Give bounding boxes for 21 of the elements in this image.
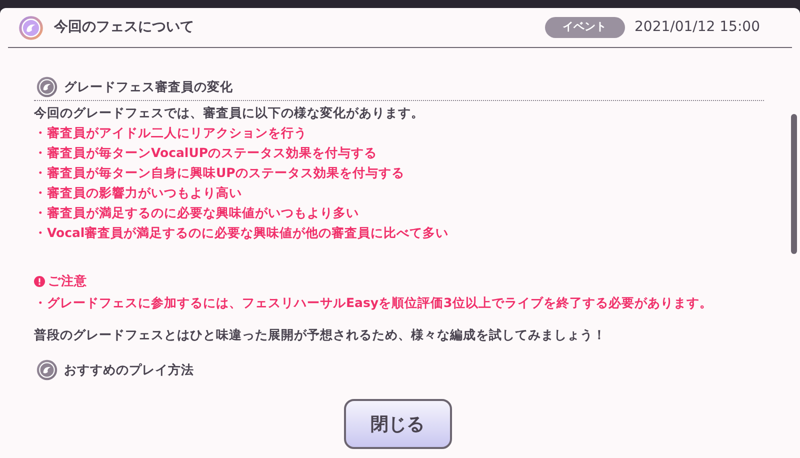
change-item: ・Vocal審査員が満足するのに必要な興味値が他の審査員に比べて多い xyxy=(34,224,450,242)
close-button[interactable]: 閉じる xyxy=(344,399,452,449)
dialog-title: 今回のフェスについて xyxy=(54,18,194,37)
section-heading: グレードフェス審査員の変化 xyxy=(64,78,233,96)
change-item: ・審査員が毎ターンVocalUPのステータス効果を付与する xyxy=(34,144,378,162)
date-time: 2021/01/12 15:00 xyxy=(634,18,760,37)
emblem-icon xyxy=(18,14,44,40)
change-item: ・審査員がアイドル二人にリアクションを行う xyxy=(34,124,308,142)
emblem-icon xyxy=(36,76,58,98)
scrollbar-thumb[interactable] xyxy=(791,114,797,254)
closing-text: 普段のグレードフェスとはひと味違った展開が予想されるため、様々な編成を試してみましょう！ xyxy=(34,326,607,344)
event-tag: イベント xyxy=(544,17,624,38)
change-item: ・審査員が毎ターン自身に興味UPのステータス効果を付与する xyxy=(34,164,406,182)
intro-text: 今回のグレードフェスでは、審査員に以下の様な変化があります。 xyxy=(34,104,425,122)
change-item: ・審査員の影響力がいつもより高い xyxy=(34,184,243,202)
emblem-icon xyxy=(36,359,58,381)
change-item: ・審査員が満足するのに必要な興味値がいつもより多い xyxy=(34,204,360,222)
warning-icon xyxy=(34,276,45,286)
section-heading: おすすめのプレイ方法 xyxy=(64,361,194,379)
notice-title: ご注意 xyxy=(48,272,87,290)
notice-item: ・グレードフェスに参加するには、フェスリハーサルEasyを順位評価3位以上でライブを終了する必要があります。 xyxy=(34,294,714,312)
